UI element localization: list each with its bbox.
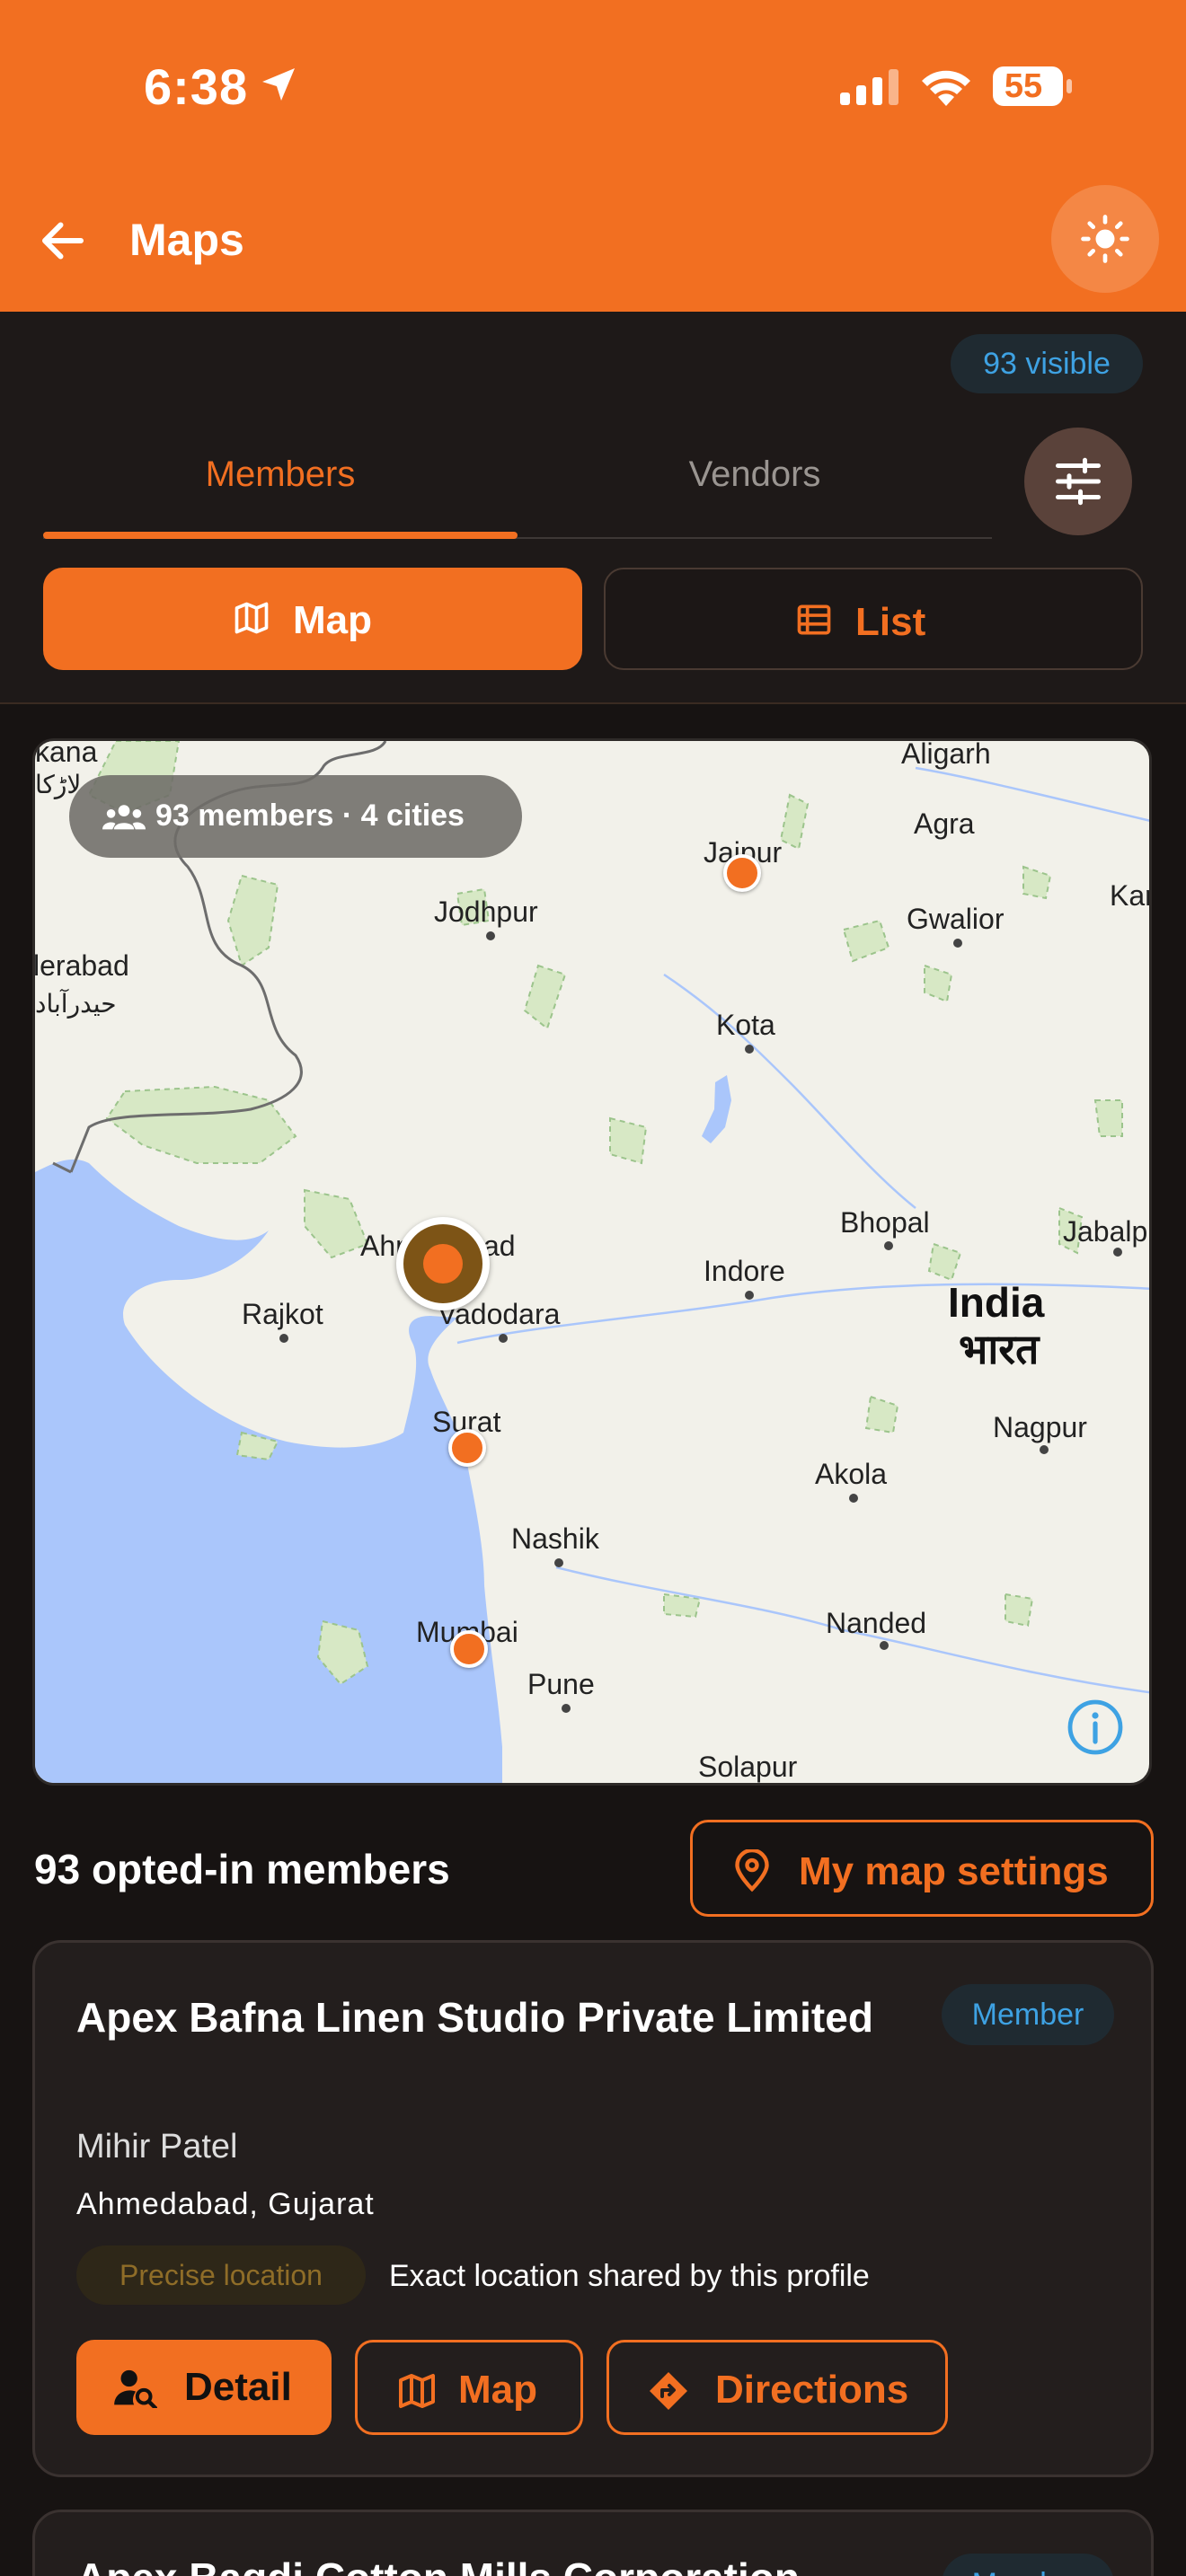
app-header: 6:38 55 Maps (0, 0, 1186, 312)
member-location: Ahmedabad, Gujarat (76, 2187, 375, 2221)
directions-button[interactable]: Directions (606, 2340, 948, 2435)
member-badge: Member (942, 1984, 1114, 2045)
member-card[interactable]: Apex Bafna Linen Studio Private Limited … (32, 1940, 1154, 2477)
detail-button[interactable]: Detail (76, 2340, 332, 2435)
member-marker-jaipur[interactable] (723, 854, 761, 892)
map-label-nagpur: Nagpur (993, 1411, 1087, 1443)
map-label-india: India (948, 1279, 1045, 1326)
map-label-rajkot: Rajkot (242, 1298, 323, 1330)
member-marker-surat[interactable] (448, 1429, 486, 1467)
list-icon (797, 604, 831, 635)
map-icon (399, 2374, 435, 2408)
people-group-icon (102, 805, 146, 830)
map-label-solapur: Solapur (698, 1751, 798, 1783)
tab-members[interactable]: Members (47, 454, 514, 495)
info-icon[interactable] (1067, 1698, 1124, 1756)
map-label-agra: Agra (914, 807, 975, 840)
member-contact-name: Mihir Patel (76, 2128, 238, 2166)
map-label-jabalpur: Jabalp (1063, 1215, 1148, 1248)
map-view-toggle[interactable]: Map (43, 568, 582, 670)
battery-level: 55 (1004, 67, 1043, 105)
opted-in-count: 93 opted-in members (34, 1846, 450, 1892)
precise-location-description: Exact location shared by this profile (389, 2259, 870, 2293)
map-button-label: Map (458, 2368, 537, 2412)
map-label-kanpur: Kar (1110, 879, 1152, 912)
map-label-hyderabad: lerabad (33, 949, 129, 982)
map-label-jodhpur: Jodhpur (434, 895, 538, 928)
member-card[interactable]: Apex Bagdi Cotton Mills Corporation Memb… (32, 2510, 1154, 2576)
cluster-core (423, 1244, 463, 1284)
map-label-akola: Akola (815, 1458, 888, 1490)
theme-toggle-button[interactable] (1051, 185, 1159, 293)
city-dot (486, 931, 495, 940)
city-dot (499, 1334, 508, 1343)
city-dot (1040, 1445, 1049, 1454)
person-search-icon (114, 2369, 157, 2408)
map-icon (235, 602, 269, 634)
directions-button-label: Directions (715, 2368, 909, 2412)
city-dot (884, 1241, 893, 1250)
map-label-hyderabad-urdu: حیدرآباد (35, 990, 117, 1018)
member-cluster-ahmedabad[interactable] (396, 1217, 490, 1310)
map-label-aligarh: Aligarh (901, 738, 991, 770)
city-dot (554, 1558, 563, 1567)
directions-icon (650, 2372, 687, 2410)
city-dot (953, 939, 962, 948)
cellular-signal-icon (840, 69, 898, 105)
member-marker-mumbai[interactable] (450, 1630, 488, 1668)
location-pin-icon (735, 1849, 769, 1892)
members-summary-chip: 93 members · 4 cities (69, 775, 522, 858)
city-dot (880, 1641, 889, 1650)
map-label-kota: Kota (716, 1009, 775, 1041)
back-arrow-icon[interactable] (36, 214, 90, 268)
member-company-name: Apex Bagdi Cotton Mills Corporation (76, 2554, 800, 2576)
tab-vendors[interactable]: Vendors (521, 454, 988, 495)
map-label-indore: Indore (704, 1255, 785, 1287)
my-map-settings-button[interactable]: My map settings (690, 1820, 1154, 1917)
sliders-icon (1056, 457, 1101, 506)
map-label-nashik: Nashik (511, 1522, 599, 1555)
member-company-name: Apex Bafna Linen Studio Private Limited (76, 1994, 873, 2041)
page-title: Maps (129, 215, 244, 265)
map-label-pune: Pune (527, 1668, 595, 1700)
tab-active-indicator (43, 532, 518, 539)
detail-button-label: Detail (184, 2365, 292, 2409)
city-dot (279, 1334, 288, 1343)
list-view-toggle[interactable]: List (604, 568, 1143, 670)
map-base-layer (35, 741, 1149, 1783)
map-label-kana: kana (35, 738, 98, 768)
visible-count-badge: 93 visible (951, 334, 1143, 393)
map-label-india-hindi: भारत (959, 1326, 1040, 1372)
city-dot (1113, 1248, 1122, 1257)
map-label-nanded: Nanded (826, 1607, 927, 1639)
city-dot (745, 1045, 754, 1054)
map-label-bhopal: Bhopal (840, 1206, 930, 1239)
city-dot (745, 1291, 754, 1300)
filter-button[interactable] (1024, 428, 1132, 535)
wifi-icon (922, 70, 970, 106)
city-dot (849, 1494, 858, 1503)
status-time: 6:38 (144, 58, 249, 115)
map-label-gwalior: Gwalior (907, 903, 1005, 935)
precise-location-badge: Precise location (76, 2245, 366, 2305)
members-summary-text: 93 members · 4 cities (155, 798, 465, 833)
sun-icon (1081, 215, 1129, 263)
city-dot (562, 1704, 571, 1713)
show-on-map-button[interactable]: Map (355, 2340, 583, 2435)
list-toggle-label: List (855, 600, 926, 644)
my-map-settings-label: My map settings (799, 1849, 1109, 1893)
location-arrow-icon (262, 68, 295, 101)
member-badge: Member (942, 2554, 1114, 2576)
map-view[interactable]: kana لاڑکا lerabad حیدرآباد Aligarh Agra… (32, 738, 1152, 1786)
map-toggle-label: Map (293, 598, 372, 642)
